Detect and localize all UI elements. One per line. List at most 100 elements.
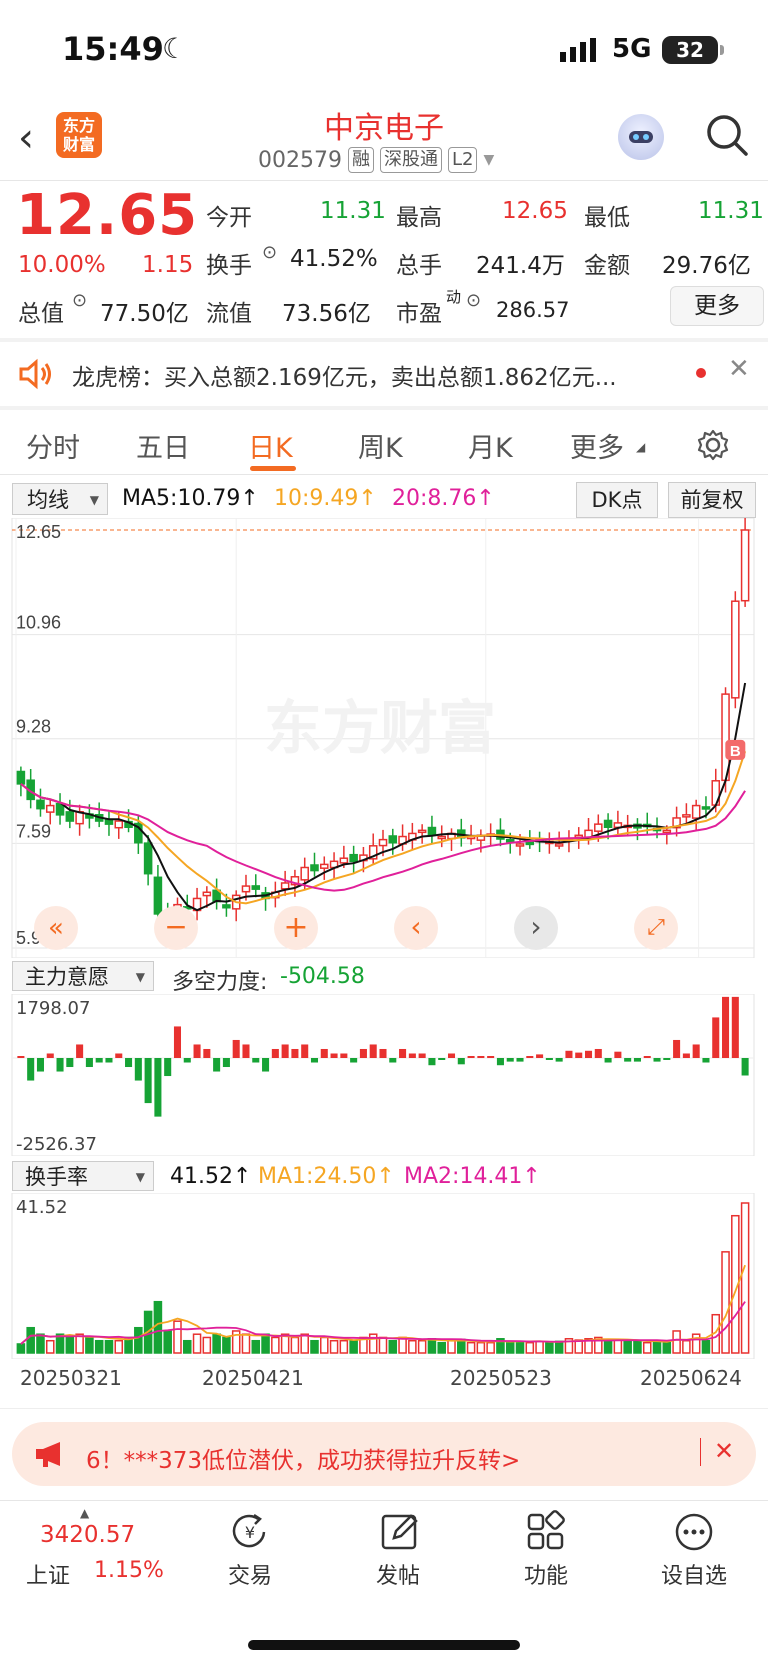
force-bar: [27, 1058, 35, 1081]
force-bar: [164, 1058, 172, 1077]
turnover-bar: [173, 1320, 182, 1354]
info-icon[interactable]: ⊙: [72, 290, 87, 311]
turnover-bar: [16, 1343, 26, 1354]
megaphone-icon: [36, 1442, 60, 1467]
force-bar: [350, 1058, 358, 1063]
indicator1-value: -504.58: [280, 964, 365, 989]
trade-icon[interactable]: ¥: [228, 1510, 272, 1554]
ma10-value: 10:9.49↑: [274, 486, 377, 511]
force-bar: [379, 1048, 387, 1058]
divider: [700, 1438, 701, 1466]
force-bar: [144, 1058, 152, 1104]
dk-point-button[interactable]: DK点: [576, 482, 658, 518]
turnover-bar: [45, 1339, 55, 1354]
candle: [300, 866, 309, 881]
volume-value: 241.4万: [476, 253, 565, 279]
caret-down-icon[interactable]: ▼: [483, 152, 494, 168]
force-bar: [633, 1058, 641, 1062]
more-quote-button[interactable]: 更多: [670, 286, 764, 326]
turnover-bar: [740, 1202, 750, 1354]
status-bar: 15:49 ☾ 5G 32: [0, 0, 768, 100]
step-right-icon[interactable]: ›: [514, 906, 558, 950]
turnover-bar: [271, 1336, 280, 1354]
turnover-bar: [486, 1341, 495, 1354]
info-icon[interactable]: ⊙: [262, 242, 277, 263]
turnover-bar: [261, 1333, 270, 1354]
stock-code-row[interactable]: 002579 融 深股通 L2 ▼: [258, 147, 494, 173]
functions-icon[interactable]: [524, 1510, 568, 1554]
tab-five-day[interactable]: 五日: [136, 426, 190, 465]
force-bar: [399, 1048, 407, 1058]
mktcap-value: 77.50亿: [100, 301, 189, 327]
turnover-bar: [427, 1338, 437, 1354]
force-bar: [66, 1058, 74, 1068]
force-bar: [183, 1058, 191, 1063]
scroll-left-fast-icon[interactable]: «: [34, 906, 78, 950]
settings-gear-icon[interactable]: [696, 428, 730, 462]
zoom-out-icon[interactable]: −: [154, 906, 198, 950]
tab-intraday[interactable]: 分时: [26, 426, 80, 465]
speaker-icon: [19, 358, 51, 390]
info-icon[interactable]: ⊙: [466, 290, 481, 311]
stock-code: 002579: [258, 147, 342, 173]
assistant-avatar-icon[interactable]: [618, 114, 664, 160]
turnover-bar: [447, 1339, 456, 1354]
svg-text:¥: ¥: [245, 1523, 255, 1542]
moon-icon: ☾: [162, 32, 188, 65]
watermark: 东方财富: [264, 696, 496, 761]
candle: [222, 904, 231, 909]
turnover-bar: [310, 1339, 319, 1354]
tab-month-k[interactable]: 月K: [468, 426, 513, 465]
post-icon[interactable]: [378, 1510, 422, 1554]
candle: [378, 838, 388, 847]
force-bar: [213, 1058, 221, 1072]
turnover-bar: [104, 1339, 114, 1354]
nav-trade[interactable]: 交易: [200, 1558, 300, 1590]
promo-text[interactable]: 6！***373低位潜伏，成功获得拉升反转>: [86, 1441, 520, 1475]
main-force-chart[interactable]: [0, 994, 768, 1156]
candle: [241, 885, 251, 893]
tab-week-k[interactable]: 周K: [358, 426, 403, 465]
close-icon[interactable]: ✕: [728, 354, 750, 384]
indicator1-select-label: 主力意愿: [25, 965, 109, 989]
tab-more[interactable]: 更多: [570, 426, 624, 465]
divider: [0, 1500, 768, 1501]
ma-select[interactable]: 均线 ▼: [12, 483, 108, 515]
turnover-chart[interactable]: [0, 1193, 768, 1359]
candle: [251, 885, 261, 890]
force-bar: [673, 1039, 681, 1058]
indicator2-select[interactable]: 换手率 ▼: [12, 1161, 154, 1191]
index-change[interactable]: 1.15%: [94, 1558, 164, 1583]
candle: [320, 863, 329, 869]
indicator1-select[interactable]: 主力意愿 ▼: [12, 961, 154, 991]
close-icon[interactable]: ✕: [714, 1437, 734, 1465]
dragon-tiger-text[interactable]: 龙虎榜：买入总额2.169亿元，卖出总额1.862亿元...: [72, 358, 617, 392]
step-left-icon[interactable]: ‹: [394, 906, 438, 950]
index-name[interactable]: 上证: [26, 1558, 70, 1590]
index-value[interactable]: 3420.57: [40, 1522, 135, 1548]
search-icon[interactable]: [704, 112, 750, 158]
nav-post[interactable]: 发帖: [348, 1558, 448, 1590]
tab-day-k[interactable]: 日K: [248, 426, 293, 465]
candle: [153, 876, 163, 915]
nav-functions[interactable]: 功能: [496, 1558, 596, 1590]
divider: [0, 406, 768, 410]
turnover-bar: [408, 1339, 417, 1354]
fullscreen-icon[interactable]: ⤢: [634, 906, 678, 950]
more-dots-icon[interactable]: [672, 1510, 716, 1554]
force-bar: [46, 1053, 54, 1058]
turnover-bar: [329, 1339, 339, 1354]
force-bar: [134, 1058, 142, 1081]
candle: [417, 829, 427, 834]
adjust-price-button[interactable]: 前复权: [668, 482, 756, 518]
force-bar: [154, 1058, 162, 1117]
ma20-value: 20:8.76↑: [392, 486, 495, 511]
nav-add-watchlist[interactable]: 设自选: [644, 1558, 744, 1590]
indicator2-ma2: MA2:14.41↑: [404, 1164, 541, 1189]
candlestick-chart[interactable]: 东方财富 12.6510.969.287.595.90 B: [0, 518, 768, 958]
unread-dot: [696, 368, 706, 378]
dropdown-icon: ▼: [89, 493, 99, 507]
zoom-in-icon[interactable]: +: [274, 906, 318, 950]
force-bar: [604, 1058, 612, 1063]
turnover-bar: [134, 1326, 143, 1354]
